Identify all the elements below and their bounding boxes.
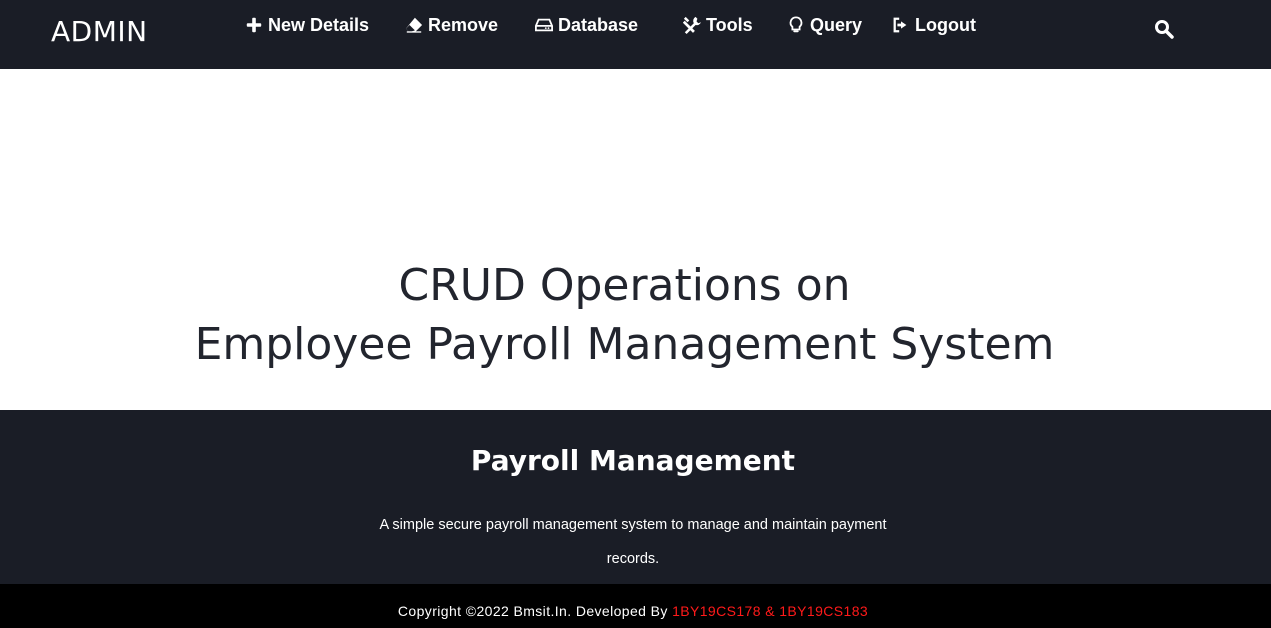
nav-new-details-label: New Details bbox=[268, 14, 370, 35]
nav-tools-label: Tools bbox=[706, 14, 753, 35]
plus-icon bbox=[246, 17, 262, 33]
tools-icon bbox=[683, 16, 701, 34]
nav-query[interactable]: Query bbox=[787, 13, 862, 37]
nav-query-label: Query bbox=[810, 14, 863, 35]
brand-logo[interactable]: ADMIN bbox=[51, 15, 148, 48]
copyright-text: Copyright ©2022 Bmsit.In. Developed By 1… bbox=[0, 603, 1266, 619]
nav-new-details[interactable]: New Details bbox=[245, 13, 369, 37]
eraser-icon bbox=[405, 17, 423, 33]
hard-drive-icon bbox=[535, 18, 553, 32]
copyright-prefix: Copyright ©2022 Bmsit.In. Developed By bbox=[397, 603, 673, 619]
footer: Payroll Management A simple secure payro… bbox=[0, 410, 1271, 584]
nav-remove-label: Remove bbox=[428, 14, 499, 35]
search-icon bbox=[1155, 20, 1174, 39]
sign-out-icon bbox=[893, 17, 907, 33]
hero-title-line1: CRUD Operations on bbox=[398, 260, 851, 311]
footer-description: A simple secure payroll management syste… bbox=[379, 517, 887, 567]
nav-remove[interactable]: Remove bbox=[405, 13, 498, 37]
developer-ids: 1BY19CS178 & 1BY19CS183 bbox=[672, 603, 869, 619]
footer-heading: Payroll Management bbox=[470, 444, 796, 477]
copyright-bar: Copyright ©2022 Bmsit.In. Developed By 1… bbox=[0, 584, 1271, 628]
nav-logout[interactable]: Logout bbox=[892, 13, 976, 37]
nav-tools[interactable]: Tools bbox=[683, 13, 753, 37]
nav-logout-label: Logout bbox=[915, 14, 976, 35]
lightbulb-icon bbox=[789, 16, 803, 33]
search-button[interactable] bbox=[1154, 19, 1174, 39]
nav-database[interactable]: Database bbox=[535, 13, 638, 37]
top-navbar: ADMIN New Details Remove Database Tools … bbox=[0, 0, 1271, 69]
hero-title-line2: Employee Payroll Management System bbox=[194, 319, 1055, 370]
hero-section: CRUD Operations on Employee Payroll Mana… bbox=[0, 69, 1271, 410]
nav-database-label: Database bbox=[558, 14, 639, 35]
